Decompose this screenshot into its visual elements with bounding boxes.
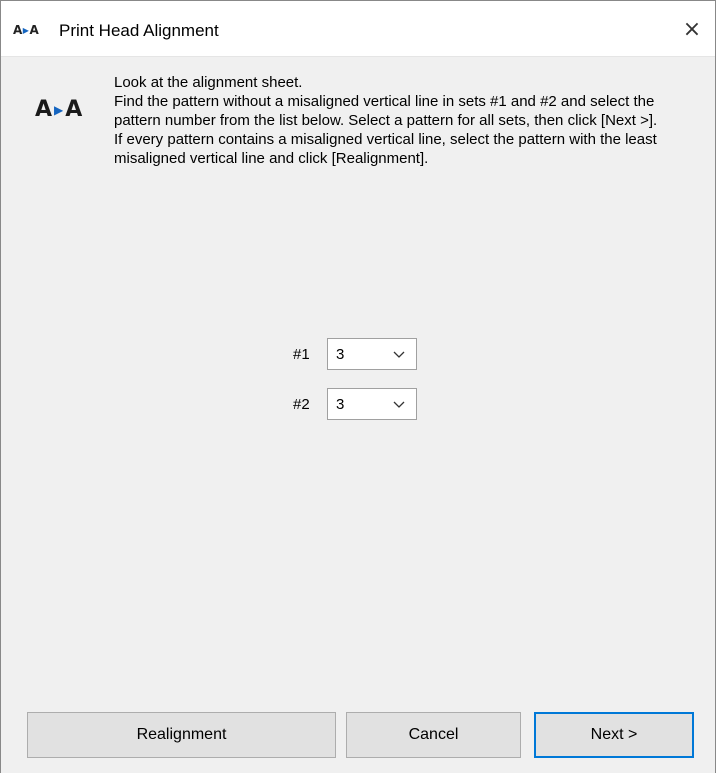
pattern-row-1: #1 3 <box>293 338 417 370</box>
instruction-line-1: Look at the alignment sheet. <box>114 74 303 91</box>
pattern-row-2: #2 3 <box>293 388 417 420</box>
print-head-alignment-dialog: A ▶ A Print Head Alignment × A ▶ A Look at t… <box>0 0 716 773</box>
cancel-button[interactable]: Cancel <box>346 712 521 758</box>
close-button[interactable]: × <box>669 1 715 57</box>
pattern-select-2[interactable]: 3 <box>327 388 417 420</box>
pattern-label-1: #1 <box>293 345 310 363</box>
aa-align-icon: A ▶ A <box>13 23 39 37</box>
pattern-select-2-value: 3 <box>336 395 345 413</box>
pattern-label-2: #2 <box>293 395 310 413</box>
title-bar: A ▶ A Print Head Alignment × <box>1 1 715 57</box>
window-title: Print Head Alignment <box>59 21 219 40</box>
alignment-graphic-icon: A ▶ A <box>35 97 83 122</box>
icon-letter-right: A <box>29 23 39 37</box>
next-button[interactable]: Next > <box>534 712 694 758</box>
pattern-select-1-value: 3 <box>336 345 345 363</box>
instruction-line-2: Find the pattern without a misaligned ve… <box>114 93 658 129</box>
big-icon-letter-right: A <box>65 97 83 122</box>
realignment-button[interactable]: Realignment <box>27 712 336 758</box>
big-icon-letter-left: A <box>35 97 53 122</box>
chevron-down-icon <box>393 351 405 358</box>
icon-letter-left: A <box>13 23 22 37</box>
pattern-select-1[interactable]: 3 <box>327 338 417 370</box>
instruction-line-3: If every pattern contains a misaligned v… <box>114 131 657 167</box>
chevron-down-icon <box>393 401 405 408</box>
instructions-text: Look at the alignment sheet. Find the pa… <box>114 73 704 168</box>
